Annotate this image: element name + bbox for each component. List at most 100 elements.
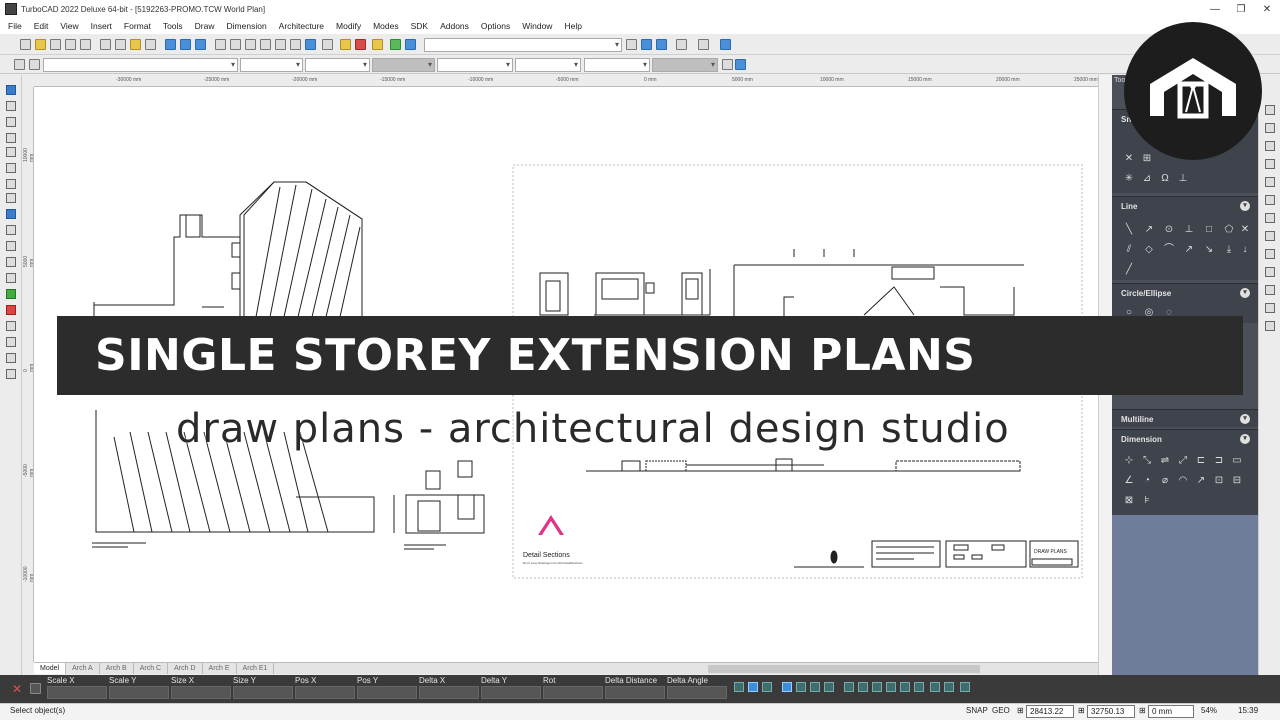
right-tool-icon[interactable] [1265, 123, 1275, 133]
snap-quadrant-icon[interactable]: ⊿ [1142, 174, 1152, 184]
pos-y-input[interactable] [357, 686, 417, 699]
right-tool-icon[interactable] [1265, 321, 1275, 331]
snap-node-icon[interactable] [944, 682, 954, 692]
line-arrow-icon[interactable]: ↗ [1184, 245, 1194, 255]
menu-insert[interactable]: Insert [85, 18, 118, 34]
dim-style-icon[interactable]: ⊧ [1142, 496, 1152, 506]
pen-width-combo[interactable] [372, 58, 435, 72]
polygon-icon[interactable]: ⬠ [1224, 225, 1234, 235]
restore-icon[interactable]: ❐ [1228, 0, 1254, 18]
mirror-tool-icon[interactable] [6, 257, 16, 267]
snap-center-toggle-icon[interactable] [810, 682, 820, 692]
properties-sync-icon[interactable] [735, 59, 746, 70]
line-diamond-icon[interactable]: ◇ [1144, 245, 1154, 255]
snap-clear-icon[interactable] [960, 682, 970, 692]
snap-vertex-toggle-icon[interactable] [930, 682, 940, 692]
grid-icon[interactable] [322, 39, 333, 50]
dim-baseline-icon[interactable]: ⊏ [1196, 456, 1206, 466]
settings-gear-icon[interactable] [14, 59, 25, 70]
close-icon[interactable]: ✕ [1254, 0, 1280, 18]
geo-indicator[interactable]: GEO [992, 706, 1010, 715]
dim-diameter-icon[interactable]: ⌀ [1160, 476, 1170, 486]
print-icon[interactable] [65, 39, 76, 50]
pen-color-combo[interactable] [240, 58, 303, 72]
render-tool-icon[interactable] [6, 305, 16, 315]
right-tool-icon[interactable] [1265, 285, 1275, 295]
right-tool-icon[interactable] [1265, 249, 1275, 259]
menu-addons[interactable]: Addons [434, 18, 475, 34]
curve-tool-icon[interactable] [6, 179, 16, 189]
workplane-icon[interactable] [720, 39, 731, 50]
dimension-section-header[interactable]: Dimension ▾ [1112, 430, 1258, 448]
object-info-icon[interactable] [698, 39, 709, 50]
render-icon[interactable] [405, 39, 416, 50]
tab-arch-e1[interactable]: Arch E1 [237, 663, 275, 674]
zoom-page-icon[interactable] [275, 39, 286, 50]
help-icon[interactable] [626, 39, 637, 50]
format-painter-icon[interactable] [145, 39, 156, 50]
zoom-window-icon[interactable] [245, 39, 256, 50]
pattern-combo[interactable] [515, 58, 581, 72]
multiline-section-header[interactable]: Multiline ▾ [1112, 410, 1258, 428]
pos-x-input[interactable] [295, 686, 355, 699]
hatch-tool-icon[interactable] [6, 225, 16, 235]
circle-section-toggle-icon[interactable]: ▾ [1240, 288, 1250, 298]
dim-parallel-icon[interactable]: ⇌ [1160, 456, 1170, 466]
pen-style-combo[interactable] [305, 58, 370, 72]
tab-model[interactable]: Model [34, 663, 67, 674]
scale-y-input[interactable] [109, 686, 169, 699]
scale-tool-icon[interactable] [6, 273, 16, 283]
menu-modes[interactable]: Modes [367, 18, 405, 34]
print-preview-icon[interactable] [80, 39, 91, 50]
pen-icon[interactable] [722, 59, 733, 70]
tab-arch-a[interactable]: Arch A [66, 663, 100, 674]
line-tool-icon[interactable] [6, 117, 16, 127]
delta-angle-input[interactable] [667, 686, 727, 699]
snap-icon[interactable] [656, 39, 667, 50]
dim-arc-icon[interactable]: ◠ [1178, 476, 1188, 486]
snap-perp-icon[interactable]: ⊥ [1178, 174, 1188, 184]
right-tool-icon[interactable] [1265, 141, 1275, 151]
line-section-toggle-icon[interactable]: ▾ [1240, 201, 1250, 211]
snap-indicator[interactable]: SNAP [966, 706, 988, 715]
design-director-icon[interactable] [372, 39, 383, 50]
text-tool-icon[interactable] [6, 193, 16, 203]
tab-arch-e[interactable]: Arch E [203, 663, 237, 674]
menu-tools[interactable]: Tools [157, 18, 189, 34]
dim-aligned-icon[interactable]: ⤡ [1142, 456, 1152, 466]
symbol-tool-icon[interactable] [6, 289, 16, 299]
dimension-section-toggle-icon[interactable]: ▾ [1240, 434, 1250, 444]
dim-rotated-icon[interactable]: ⤢ [1178, 456, 1188, 466]
size-x-input[interactable] [171, 686, 231, 699]
brush-combo[interactable] [437, 58, 513, 72]
right-tool-icon[interactable] [1265, 231, 1275, 241]
dim-chain-icon[interactable]: ▭ [1232, 456, 1242, 466]
redraw-icon[interactable] [195, 39, 206, 50]
grid-toggle-icon[interactable] [676, 39, 687, 50]
polyline-tool-icon[interactable] [6, 133, 16, 143]
rectangle-icon[interactable]: □ [1204, 225, 1214, 235]
array-tool-icon[interactable] [6, 353, 16, 363]
new-file-icon[interactable] [20, 39, 31, 50]
snap-tangent-toggle-icon[interactable] [872, 682, 882, 692]
snap-mode-icon[interactable] [734, 682, 744, 692]
dim-text-icon[interactable]: ⊠ [1124, 496, 1134, 506]
rotate-tool-icon[interactable] [6, 241, 16, 251]
delta-y-input[interactable] [481, 686, 541, 699]
eraser-icon[interactable] [29, 59, 40, 70]
right-tool-icon[interactable] [1265, 195, 1275, 205]
line-circle-icon[interactable]: ⊙ [1164, 225, 1174, 235]
dim-datum-icon[interactable]: ⊡ [1214, 476, 1224, 486]
dim-ordinate-icon[interactable]: ⊟ [1232, 476, 1242, 486]
tab-arch-b[interactable]: Arch B [100, 663, 134, 674]
open-folder-icon[interactable] [35, 39, 46, 50]
menu-window[interactable]: Window [516, 18, 558, 34]
scale-combo[interactable] [584, 58, 650, 72]
polyline-icon[interactable]: ⌒ [1164, 245, 1174, 255]
menu-view[interactable]: View [54, 18, 84, 34]
menu-edit[interactable]: Edit [28, 18, 55, 34]
snap-mid-icon[interactable] [796, 682, 806, 692]
named-views-icon[interactable] [305, 39, 316, 50]
tab-arch-c[interactable]: Arch C [134, 663, 169, 674]
line-bend-icon[interactable]: ↘ [1204, 245, 1214, 255]
